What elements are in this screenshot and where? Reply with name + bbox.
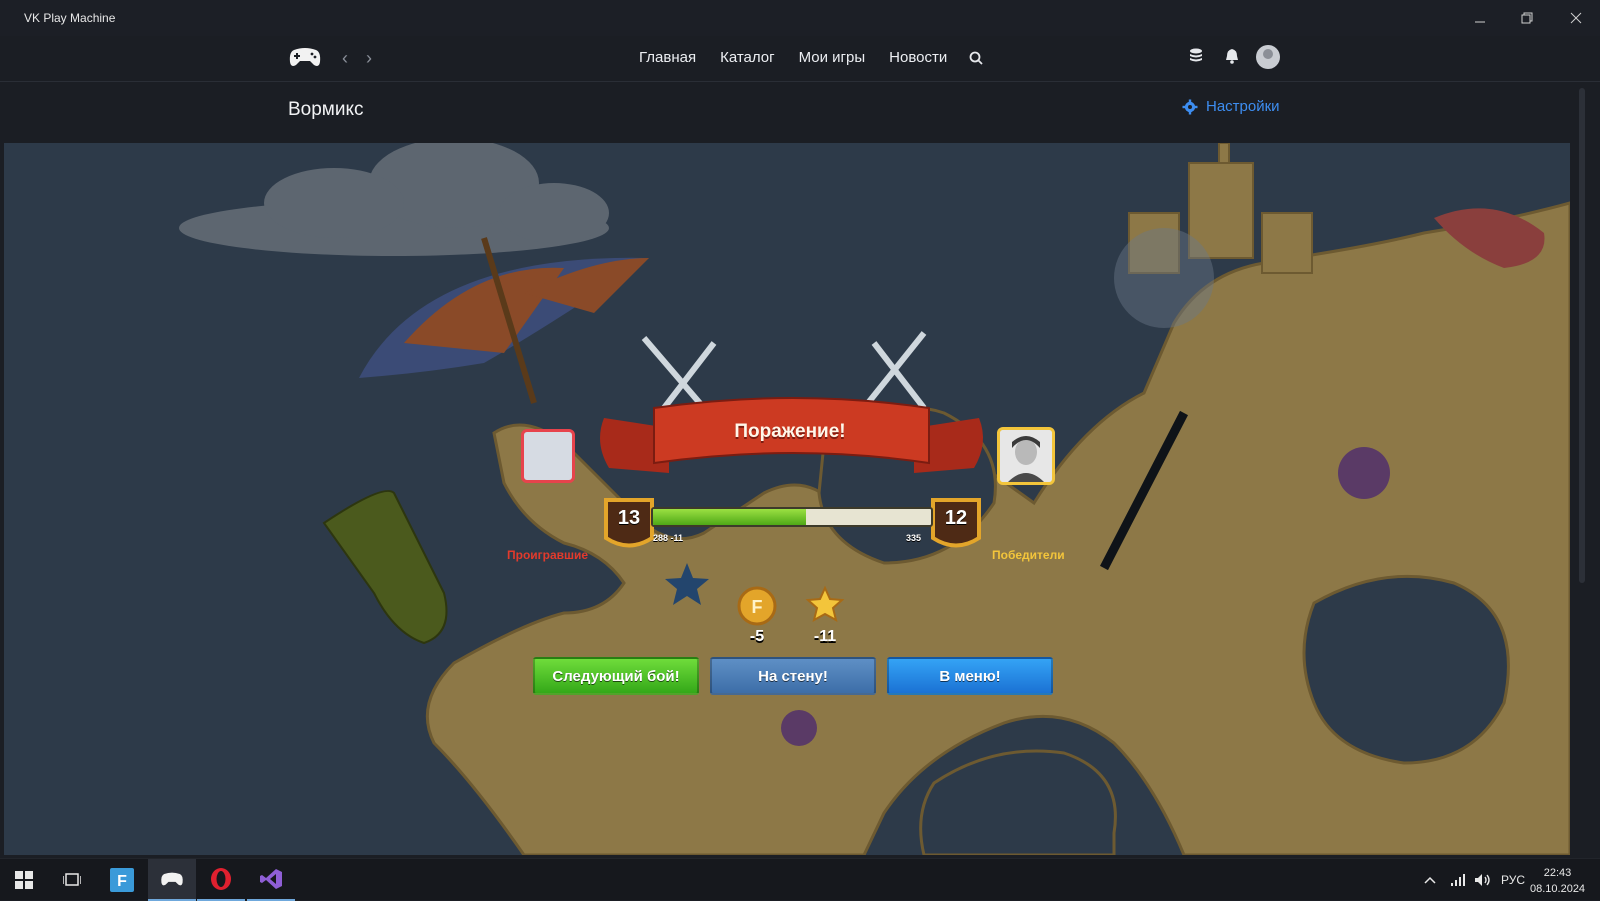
svg-text:F: F	[117, 873, 127, 890]
taskbar-app-f[interactable]: F	[98, 859, 146, 901]
app-navbar: ‹ › Главная Каталог Мои игры Новости	[0, 36, 1600, 82]
opera-icon	[211, 868, 231, 890]
rating-reward-value: -11	[813, 628, 837, 645]
network-tray[interactable]	[1450, 859, 1466, 901]
gamepad-icon	[161, 872, 183, 886]
bubble-decoration	[1114, 228, 1214, 328]
next-battle-button[interactable]: Следующий бой!	[533, 657, 699, 695]
restore-icon	[1521, 12, 1533, 24]
page-scrollbar[interactable]	[1579, 88, 1585, 583]
game-scene-background: F	[4, 143, 1570, 855]
player-level: 13	[617, 507, 641, 529]
minimize-icon	[1475, 21, 1485, 23]
window-title: VK Play Machine	[24, 11, 116, 25]
windows-icon	[15, 871, 33, 889]
svg-text:F: F	[752, 597, 763, 617]
shell-decoration-2	[781, 710, 817, 746]
game-viewport[interactable]: F Проигравшие Победители Поражение! 13 1…	[4, 143, 1570, 855]
sand-hole	[1302, 574, 1510, 765]
task-view-icon	[63, 873, 81, 886]
winner-photo	[1000, 430, 1052, 482]
coins-reward-value: -5	[749, 628, 765, 645]
window-titlebar: VK Play Machine	[0, 0, 1600, 36]
to-menu-button[interactable]: В меню!	[887, 657, 1053, 695]
start-button[interactable]	[0, 859, 48, 901]
taskbar-app-vk-play[interactable]	[148, 859, 196, 901]
taskbar-clock[interactable]: 22:43 08.10.2024	[1530, 865, 1585, 897]
result-title: Поражение!	[734, 421, 846, 442]
nav-link-my-games[interactable]: Мои игры	[799, 49, 866, 66]
clock-time: 22:43	[1543, 867, 1572, 879]
speaker-icon	[1475, 874, 1490, 886]
visual-studio-icon	[260, 869, 282, 889]
bell-icon[interactable]	[1224, 47, 1240, 65]
settings-link[interactable]: Настройки	[1182, 98, 1280, 115]
gamepad-logo-icon[interactable]	[288, 44, 322, 70]
page-header: Вормикс Настройки	[0, 83, 1600, 143]
loser-avatar[interactable]	[521, 429, 575, 483]
shell-decoration	[1338, 447, 1390, 499]
page-title: Вормикс	[288, 99, 364, 120]
chevron-up-icon[interactable]	[1423, 875, 1437, 885]
coins-icon[interactable]	[1188, 47, 1204, 65]
close-icon	[1570, 12, 1582, 24]
xp-next-label: 335	[906, 533, 922, 543]
close-button[interactable]	[1552, 0, 1600, 36]
network-icon	[1451, 874, 1465, 886]
user-avatar[interactable]	[1256, 45, 1280, 69]
taskbar-app-opera[interactable]	[197, 859, 245, 901]
winner-avatar[interactable]	[997, 427, 1055, 485]
search-icon[interactable]	[968, 50, 984, 66]
nav-forward-icon[interactable]: ›	[366, 48, 372, 69]
main-nav: Главная Каталог Мои игры Новости	[639, 49, 947, 66]
windows-taskbar: F РУС 22:43 08.10.2024	[0, 858, 1600, 901]
nav-back-icon[interactable]: ‹	[342, 48, 348, 69]
nav-link-catalog[interactable]: Каталог	[720, 49, 775, 66]
system-tray	[1423, 859, 1437, 901]
language-indicator[interactable]: РУС	[1501, 859, 1525, 901]
taskbar-app-visual-studio[interactable]	[247, 859, 295, 901]
post-to-wall-button[interactable]: На стену!	[710, 657, 876, 695]
clock-date: 08.10.2024	[1530, 883, 1586, 895]
task-view-button[interactable]	[48, 859, 96, 901]
xp-progress-fill	[653, 509, 806, 525]
gear-icon	[1182, 99, 1198, 114]
minimize-button[interactable]	[1456, 0, 1504, 36]
winners-label: Победители	[992, 548, 1065, 562]
opponent-level: 12	[944, 507, 968, 529]
settings-label: Настройки	[1206, 98, 1280, 115]
restore-button[interactable]	[1503, 0, 1551, 36]
losers-label: Проигравшие	[507, 548, 589, 562]
volume-tray[interactable]	[1474, 859, 1492, 901]
nav-link-home[interactable]: Главная	[639, 49, 696, 66]
xp-current-label: 288 -11	[653, 533, 684, 543]
nav-link-news[interactable]: Новости	[889, 49, 947, 66]
f-app-icon: F	[110, 868, 134, 892]
xp-progress-bar	[651, 507, 933, 527]
